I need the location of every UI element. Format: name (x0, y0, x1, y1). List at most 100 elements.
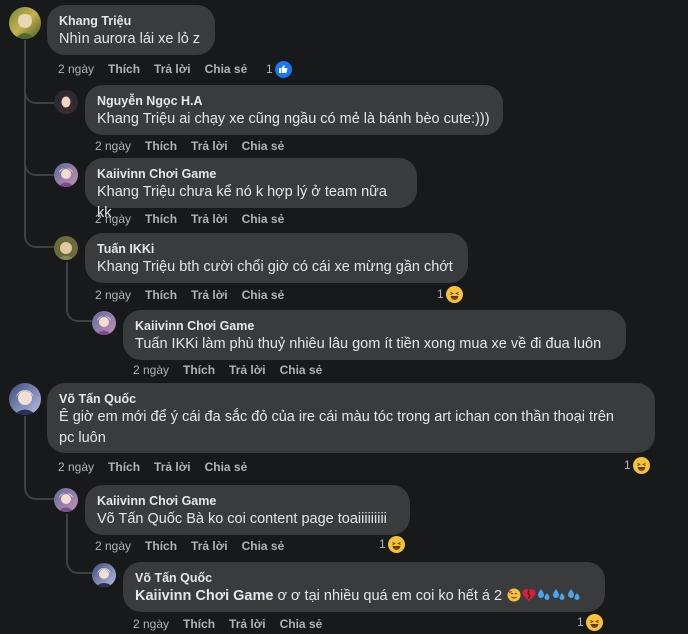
thread-connector (24, 88, 56, 104)
like-button[interactable]: Thích (183, 616, 215, 632)
avatar-image (15, 14, 35, 39)
comment-author[interactable]: Võ Tấn Quốc (59, 391, 643, 407)
like-button[interactable]: Thích (108, 61, 140, 77)
share-button[interactable]: Chia sẻ (242, 211, 285, 227)
avatar-image (58, 94, 74, 114)
reply-button[interactable]: Trả lời (229, 616, 266, 632)
avatar[interactable] (92, 563, 116, 587)
comment-text: Nhìn aurora lái xe lỏ z (59, 31, 201, 47)
share-button[interactable]: Chia sẻ (242, 538, 285, 554)
share-button[interactable]: Chia sẻ (280, 362, 323, 378)
comment-author[interactable]: Nguyễn Ngọc H.A (97, 93, 491, 109)
comment-bubble: Kaiivinn Chơi Game Võ Tấn Quốc Bà ko coi… (85, 485, 410, 535)
sweat-droplets-icon (568, 589, 580, 600)
avatar-image (58, 493, 74, 512)
reaction-count: 1 (266, 62, 273, 76)
comment-text: Kaiivinn Chơi Game ơ ơ tại nhiều quá em … (135, 586, 593, 607)
comment-author[interactable]: Kaiivinn Chơi Game (97, 493, 398, 509)
reaction-summary[interactable]: 1 (577, 613, 603, 631)
comment-time[interactable]: 2 ngày (58, 61, 94, 77)
avatar-image (57, 242, 75, 260)
comment-bubble: Khang Triệu Nhìn aurora lái xe lỏ z (47, 5, 215, 55)
thread-connector (24, 160, 56, 176)
avatar[interactable] (54, 236, 78, 260)
comment-text: Tuấn IKKi làm phù thuỷ nhiêu lâu gom ít … (135, 336, 602, 352)
thread-line (66, 514, 68, 558)
share-button[interactable]: Chia sẻ (205, 61, 248, 77)
comment-time[interactable]: 2 ngày (95, 538, 131, 554)
comment-author[interactable]: Tuấn IKKi (97, 241, 456, 257)
mention-link[interactable]: Kaiivinn Chơi Game (135, 588, 273, 604)
smiling-face-with-hearts-icon (507, 588, 521, 602)
comment-author[interactable]: Kaiivinn Chơi Game (97, 166, 405, 182)
like-button[interactable]: Thích (108, 459, 140, 475)
reply-button[interactable]: Trả lời (191, 538, 228, 554)
reaction-summary[interactable]: 1 (379, 535, 405, 553)
like-button[interactable]: Thích (183, 362, 215, 378)
reply-button[interactable]: Trả lời (191, 138, 228, 154)
comment-time[interactable]: 2 ngày (95, 138, 131, 154)
comment-author[interactable]: Khang Triệu (59, 13, 203, 29)
reply-button[interactable]: Trả lời (229, 362, 266, 378)
comment-actions: 2 ngày Thích Trả lời Chia sẻ (133, 362, 336, 378)
reaction-count: 1 (577, 615, 584, 629)
haha-reaction-icon (445, 285, 463, 303)
haha-reaction-icon (632, 456, 650, 474)
avatar-image (95, 568, 113, 587)
reaction-summary[interactable]: 1 (437, 285, 463, 303)
share-button[interactable]: Chia sẻ (280, 616, 323, 632)
comment-author[interactable]: Võ Tấn Quốc (135, 570, 593, 586)
share-button[interactable]: Chia sẻ (242, 287, 285, 303)
like-button[interactable]: Thích (145, 287, 177, 303)
comment-bubble: Tuấn IKKi Khang Triệu bth cười chổi giờ … (85, 233, 468, 283)
avatar[interactable] (92, 311, 116, 335)
reaction-count: 1 (379, 537, 386, 551)
like-reaction-icon (274, 60, 292, 78)
avatar-image (58, 168, 74, 187)
reaction-count: 1 (437, 287, 444, 301)
reaction-summary[interactable]: 1 (624, 456, 650, 474)
like-button[interactable]: Thích (145, 211, 177, 227)
share-button[interactable]: Chia sẻ (242, 138, 285, 154)
comment-bubble: Võ Tấn Quốc Ê giờ em mới để ý cái đa sắc… (47, 383, 655, 453)
comment-actions: 2 ngày Thích Trả lời Chia sẻ (58, 459, 261, 475)
thread-connector (66, 558, 92, 574)
avatar[interactable] (9, 383, 41, 415)
comment-bubble: Võ Tấn Quốc Kaiivinn Chơi Game ơ ơ tại n… (123, 562, 605, 612)
comment-author[interactable]: Kaiivinn Chơi Game (135, 318, 614, 334)
comment-time[interactable]: 2 ngày (133, 362, 169, 378)
thread-line (66, 262, 68, 306)
comment-bubble: Nguyễn Ngọc H.A Khang Triệu ai chạy xe c… (85, 85, 503, 135)
comment-text: Khang Triệu ai chạy xe cũng ngầu có mẻ l… (97, 111, 490, 127)
comment-time[interactable]: 2 ngày (58, 459, 94, 475)
avatar[interactable] (54, 90, 78, 114)
reply-button[interactable]: Trả lời (191, 211, 228, 227)
comment-actions: 2 ngày Thích Trả lời Chia sẻ (133, 616, 336, 632)
avatar[interactable] (9, 7, 41, 39)
reply-button[interactable]: Trả lời (154, 459, 191, 475)
broken-heart-icon (522, 588, 536, 601)
haha-reaction-icon (387, 535, 405, 553)
comment-actions: 2 ngày Thích Trả lời Chia sẻ (95, 287, 298, 303)
comment-time[interactable]: 2 ngày (133, 616, 169, 632)
comment-time[interactable]: 2 ngày (95, 287, 131, 303)
like-button[interactable]: Thích (145, 138, 177, 154)
avatar[interactable] (54, 163, 78, 187)
comment-time[interactable]: 2 ngày (95, 211, 131, 227)
comment-actions: 2 ngày Thích Trả lời Chia sẻ (95, 538, 298, 554)
comment-text-line-2: pc luôn (59, 430, 106, 446)
reply-button[interactable]: Trả lời (191, 287, 228, 303)
share-button[interactable]: Chia sẻ (205, 459, 248, 475)
reply-button[interactable]: Trả lời (154, 61, 191, 77)
haha-reaction-icon (585, 613, 603, 631)
avatar[interactable] (54, 488, 78, 512)
like-button[interactable]: Thích (145, 538, 177, 554)
comment-text-line-1: Ê giờ em mới để ý cái đa sắc đỏ của ire … (59, 409, 614, 425)
reaction-count: 1 (624, 458, 631, 472)
thread-connector (24, 232, 56, 248)
avatar-image (14, 390, 36, 415)
thread-line (24, 416, 26, 488)
comment-actions: 2 ngày Thích Trả lời Chia sẻ (95, 138, 298, 154)
reaction-summary[interactable]: 1 (266, 60, 292, 78)
sweat-droplets-icon (553, 589, 565, 600)
